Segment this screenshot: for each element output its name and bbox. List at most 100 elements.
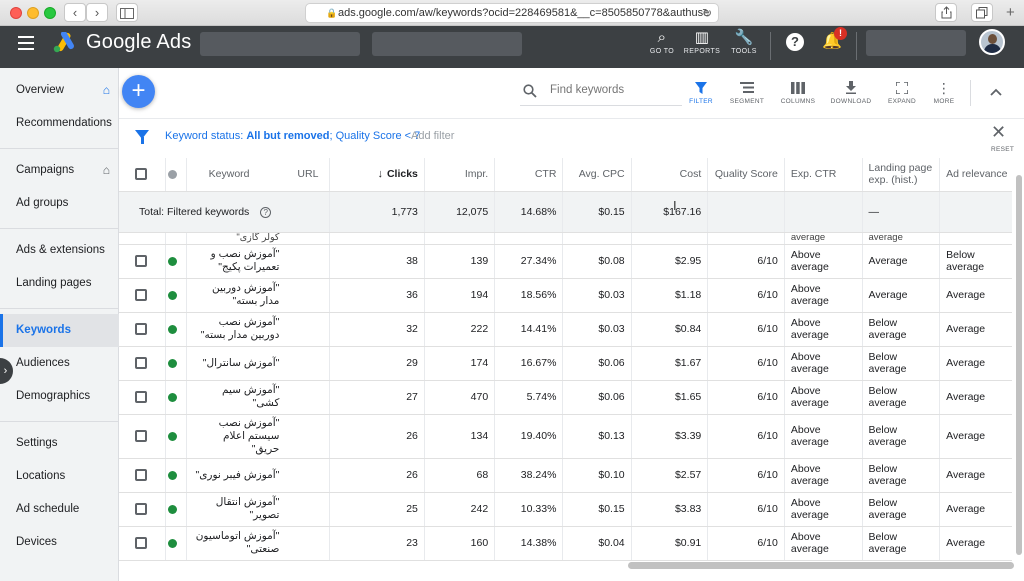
reset-label[interactable]: RESET: [991, 146, 1014, 153]
help-icon[interactable]: ?: [260, 206, 272, 218]
account-info[interactable]: [866, 30, 966, 56]
landing-exp-header[interactable]: Landing page exp. (hist.): [862, 158, 941, 192]
sidebar-item-ad-schedule[interactable]: Ad schedule: [0, 493, 119, 526]
keyword-cell[interactable]: "آموزش فیبر نوری": [186, 458, 298, 493]
tools-button[interactable]: 🔧 TOOLS: [724, 28, 764, 55]
account-selector[interactable]: [200, 32, 360, 56]
active-filter-chip[interactable]: Keyword status: All but removed; Quality…: [165, 130, 420, 142]
row-checkbox[interactable]: [135, 469, 147, 482]
cost-header[interactable]: Cost: [631, 158, 709, 192]
menu-icon[interactable]: [18, 36, 34, 50]
keyword-cell[interactable]: "آموزش سیم کشی": [186, 380, 298, 415]
sidebar-item-devices[interactable]: Devices: [0, 526, 119, 559]
address-bar[interactable]: 🔒 ads.google.com/aw/keywords?ocid=228469…: [305, 3, 719, 23]
vertical-scrollbar[interactable]: [1016, 175, 1022, 555]
row-checkbox[interactable]: [135, 537, 147, 550]
table-row[interactable]: "آموزش نصب دوربین مدار بسته" 32 222 14.41% $…: [119, 312, 1012, 347]
sidebar-item-landing-pages[interactable]: Landing pages: [0, 267, 119, 300]
enabled-status-icon[interactable]: [167, 538, 177, 548]
sidebar-item-demographics[interactable]: Demographics: [0, 380, 119, 413]
avg-cpc-header[interactable]: Avg. CPC: [562, 158, 632, 192]
enabled-status-icon[interactable]: [167, 358, 177, 368]
sidebar-item-audiences[interactable]: Audiences: [0, 347, 119, 380]
quality-score-header[interactable]: Quality Score: [707, 158, 785, 192]
table-row[interactable]: "آموزش نصب سیستم اعلام حریق" 26 134 19.40% $…: [119, 414, 1012, 459]
enabled-status-icon[interactable]: [167, 392, 177, 402]
keyword-cell[interactable]: "آموزش اتوماسیون صنعتی": [186, 526, 298, 561]
add-filter-link[interactable]: Add filter: [411, 130, 454, 142]
impr-header[interactable]: Impr.: [424, 158, 496, 192]
avatar[interactable]: [979, 29, 1005, 55]
table-row[interactable]: "آموزش دوربین مدار بسته" 36 194 18.56% $0.03…: [119, 278, 1012, 313]
new-tab-icon[interactable]: +: [1006, 4, 1015, 21]
download-button[interactable]: DOWNLOAD: [827, 78, 875, 105]
clicks-header[interactable]: ↓ Clicks: [329, 158, 425, 192]
enabled-status-icon[interactable]: [167, 504, 177, 514]
exp-ctr-header[interactable]: Exp. CTR: [784, 158, 863, 192]
landing-cell: Average: [862, 244, 941, 279]
ctr-header[interactable]: CTR: [494, 158, 564, 192]
filter-button[interactable]: FILTER: [677, 78, 725, 105]
keyword-cell[interactable]: "آموزش نصب و تعمیرات پکیج": [186, 244, 298, 279]
sidebar-toggle-button[interactable]: [116, 3, 138, 22]
keyword-header[interactable]: Keyword: [186, 158, 298, 192]
enabled-status-icon[interactable]: [167, 290, 177, 300]
horizontal-scrollbar[interactable]: [628, 562, 1014, 569]
keyword-cell[interactable]: "آموزش سانترال": [186, 346, 298, 381]
enabled-status-icon[interactable]: [167, 324, 177, 334]
sidebar-item-settings[interactable]: Settings: [0, 427, 119, 460]
search-input[interactable]: [550, 84, 680, 96]
sidebar-item-ads-extensions[interactable]: Ads & extensions: [0, 234, 119, 267]
ad-relevance-header[interactable]: Ad relevance: [939, 158, 1012, 192]
keyword-cell[interactable]: "آموزش نصب سیستم اعلام حریق": [186, 414, 298, 459]
impr-cell: [424, 232, 496, 245]
table-row[interactable]: "آموزش سیم کشی" 27 470 5.74% $0.06 $1.65 6/10 A…: [119, 380, 1012, 415]
table-row[interactable]: "آموزش انتقال تصویر" 25 242 10.33% $0.15 $3.8…: [119, 492, 1012, 527]
select-all-checkbox[interactable]: [135, 168, 147, 181]
close-icon[interactable]: ✕: [991, 122, 1006, 143]
columns-button[interactable]: COLUMNS: [774, 78, 822, 105]
table-row[interactable]: "آموزش نصب و تعمیرات پکیج" 38 139 27.34% $0.…: [119, 244, 1012, 279]
more-button[interactable]: ⋮ MORE: [920, 78, 968, 105]
goto-button[interactable]: ⌕ GO TO: [642, 28, 682, 55]
table-row[interactable]: "آموزش سانترال" 29 174 16.67% $0.06 $1.67 6/10…: [119, 346, 1012, 381]
sidebar-item-campaigns[interactable]: Campaigns ⌂: [0, 154, 119, 187]
expand-button[interactable]: EXPAND: [878, 78, 926, 105]
table-row[interactable]: "آموزش اتوماسیون صنعتی" 23 160 14.38% $0.04 $…: [119, 526, 1012, 561]
segment-button[interactable]: SEGMENT: [723, 78, 771, 105]
enabled-status-icon[interactable]: [167, 256, 177, 266]
row-checkbox[interactable]: [135, 357, 147, 370]
sidebar-item-recommendations[interactable]: Recommendations: [0, 107, 119, 140]
zoom-window-button[interactable]: [44, 7, 56, 19]
row-checkbox[interactable]: [135, 503, 147, 516]
reports-button[interactable]: ▥ REPORTS: [682, 28, 722, 55]
sidebar-item-ad-groups[interactable]: Ad groups: [0, 187, 119, 220]
back-button[interactable]: ‹: [64, 3, 86, 22]
share-button[interactable]: [935, 3, 957, 22]
row-checkbox[interactable]: [135, 289, 147, 302]
forward-button[interactable]: ›: [86, 3, 108, 22]
help-icon[interactable]: ?: [786, 33, 804, 51]
table-row[interactable]: "آموزش فیبر نوری" 26 68 38.24% $0.10 $2.57 6/1…: [119, 458, 1012, 493]
add-keyword-button[interactable]: +: [122, 75, 155, 108]
keyword-cell[interactable]: "آموزش دوربین مدار بسته": [186, 278, 298, 313]
enabled-status-icon[interactable]: [167, 470, 177, 480]
url-header[interactable]: URL: [297, 158, 331, 192]
minimize-window-button[interactable]: [27, 7, 39, 19]
keyword-cell[interactable]: "آموزش نصب دوربین مدار بسته": [186, 312, 298, 347]
chevron-up-icon[interactable]: [990, 84, 1002, 99]
row-checkbox[interactable]: [135, 391, 147, 404]
keyword-cell[interactable]: "آموزش انتقال تصویر": [186, 492, 298, 527]
keyword-cell[interactable]: کولر گازی": [186, 232, 298, 245]
sidebar-item-overview[interactable]: Overview ⌂: [0, 74, 119, 107]
row-checkbox[interactable]: [135, 323, 147, 336]
row-checkbox[interactable]: [135, 430, 147, 443]
close-window-button[interactable]: [10, 7, 22, 19]
sidebar-item-locations[interactable]: Locations: [0, 460, 119, 493]
reload-icon[interactable]: ↻: [702, 4, 712, 22]
enabled-status-icon[interactable]: [167, 431, 177, 441]
campaign-selector[interactable]: [372, 32, 522, 56]
row-checkbox[interactable]: [135, 255, 147, 268]
tabs-overview-button[interactable]: [971, 3, 993, 22]
sidebar-item-keywords[interactable]: Keywords: [0, 314, 119, 347]
